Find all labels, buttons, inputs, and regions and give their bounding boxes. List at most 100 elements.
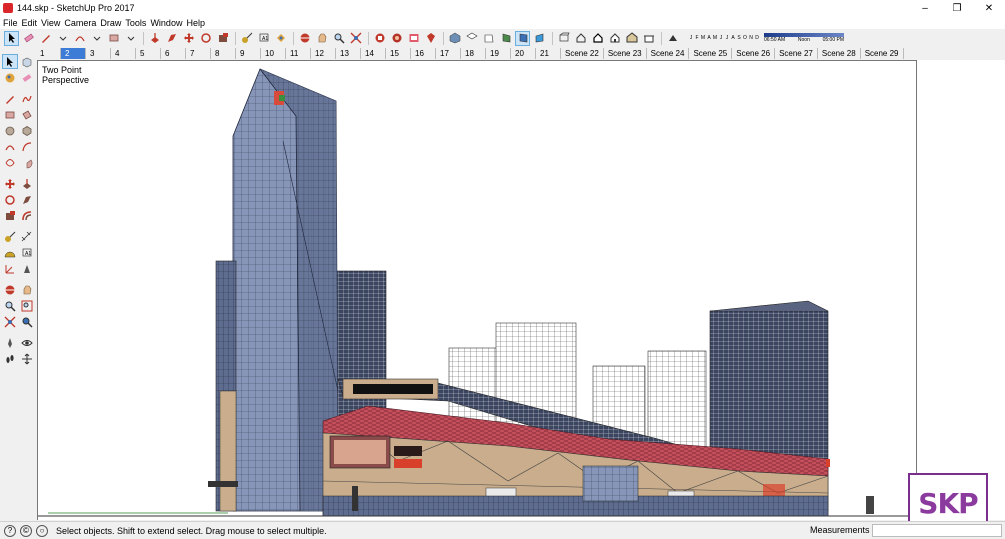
credits-icon[interactable]: © — [20, 524, 32, 537]
scene-tab[interactable]: 17 — [436, 48, 461, 59]
view-front-button[interactable] — [481, 31, 496, 46]
scene-tab[interactable]: 3 — [86, 48, 111, 59]
zoom-window-button[interactable] — [19, 298, 35, 313]
tape-measure-tool-button[interactable] — [2, 229, 18, 244]
scene-tab[interactable]: 9 — [236, 48, 261, 59]
menu-help[interactable]: Help — [186, 18, 209, 28]
move-tool-button[interactable] — [181, 31, 196, 46]
follow-me-tool-button[interactable] — [19, 192, 35, 207]
text-tool-button[interactable]: A1 — [19, 245, 35, 260]
rectangle-tool-button[interactable] — [2, 107, 18, 122]
pencil-tool-button[interactable] — [38, 31, 53, 46]
scene-tab[interactable]: 18 — [461, 48, 486, 59]
menu-view[interactable]: View — [41, 18, 64, 28]
extension-manager-button[interactable] — [423, 31, 438, 46]
position-camera-button[interactable] — [2, 335, 18, 350]
pan-tool-button[interactable] — [314, 31, 329, 46]
measurements-input[interactable] — [872, 524, 1002, 537]
zoom-tool-button[interactable] — [331, 31, 346, 46]
view-right-button[interactable] — [498, 31, 513, 46]
previous-view-button[interactable] — [19, 314, 35, 329]
menu-draw[interactable]: Draw — [100, 18, 125, 28]
arc-tool-button[interactable] — [2, 139, 18, 154]
view-left-button[interactable] — [532, 31, 547, 46]
paint-bucket-tool-button[interactable] — [2, 70, 18, 85]
3d-text-tool-button[interactable] — [19, 261, 35, 276]
scene-tab[interactable]: 12 — [311, 48, 336, 59]
scene-tab[interactable]: 11 — [286, 48, 311, 59]
scene-tab[interactable]: Scene 29 — [861, 48, 904, 59]
instructor-icon[interactable]: ○ — [36, 524, 48, 537]
monochrome-style-button[interactable] — [641, 31, 656, 46]
scene-tab[interactable]: 15 — [386, 48, 411, 59]
scene-tab[interactable]: 2 — [61, 48, 86, 59]
scene-tab[interactable]: 19 — [486, 48, 511, 59]
zoom-tool-button[interactable] — [2, 298, 18, 313]
paint-bucket-tool-button[interactable] — [273, 31, 288, 46]
eraser-tool-button[interactable] — [19, 70, 35, 85]
rectangle-tool-button[interactable] — [106, 31, 121, 46]
make-component-button[interactable] — [19, 54, 35, 69]
menu-camera[interactable]: Camera — [64, 18, 100, 28]
freehand-tool-button[interactable] — [19, 91, 35, 106]
section-plane-button[interactable] — [19, 351, 35, 366]
maximize-button[interactable]: ❐ — [941, 0, 973, 16]
scene-tab[interactable]: 8 — [211, 48, 236, 59]
hidden-line-style-button[interactable] — [590, 31, 605, 46]
shadows-toggle-button[interactable] — [665, 31, 680, 46]
eraser-tool-button[interactable] — [21, 31, 36, 46]
extension-warehouse-button[interactable] — [389, 31, 404, 46]
line-dropdown-button[interactable] — [55, 31, 70, 46]
scene-tab[interactable]: 16 — [411, 48, 436, 59]
pie-tool-button[interactable] — [19, 155, 35, 170]
view-top-button[interactable] — [464, 31, 479, 46]
wireframe-style-button[interactable] — [573, 31, 588, 46]
push-pull-tool-button[interactable] — [19, 176, 35, 191]
scene-tab[interactable]: Scene 22 — [561, 48, 604, 59]
arc-tool-button[interactable] — [72, 31, 87, 46]
shadow-time-slider[interactable]: 06:50 AM Noon 05:00 PM — [764, 33, 844, 43]
modeling-viewport[interactable]: Two Point Perspective — [37, 60, 916, 520]
scene-tab[interactable]: 10 — [261, 48, 286, 59]
minimize-button[interactable]: – — [909, 0, 941, 16]
two-point-arc-tool-button[interactable] — [19, 139, 35, 154]
shadow-month-selector[interactable]: J F M A M J J A S O N D — [688, 35, 760, 41]
view-back-button[interactable] — [515, 30, 530, 46]
scene-tab[interactable]: 6 — [161, 48, 186, 59]
scene-tab[interactable]: 5 — [136, 48, 161, 59]
menu-tools[interactable]: Tools — [125, 18, 150, 28]
arc-dropdown-button[interactable] — [89, 31, 104, 46]
textured-style-button[interactable] — [624, 31, 639, 46]
scene-tab[interactable]: Scene 27 — [775, 48, 818, 59]
follow-me-tool-button[interactable] — [164, 31, 179, 46]
xray-style-button[interactable] — [556, 31, 571, 46]
look-around-button[interactable] — [19, 335, 35, 350]
scene-tab[interactable]: 20 — [511, 48, 536, 59]
scene-tab[interactable]: 4 — [111, 48, 136, 59]
circle-tool-button[interactable] — [2, 123, 18, 138]
menu-window[interactable]: Window — [150, 18, 186, 28]
view-iso-button[interactable] — [447, 31, 462, 46]
rotated-rectangle-tool-button[interactable] — [19, 107, 35, 122]
warehouse-button[interactable] — [372, 31, 387, 46]
scene-tab[interactable]: 21 — [536, 48, 561, 59]
send-to-layout-button[interactable] — [406, 31, 421, 46]
scene-tab[interactable]: Scene 24 — [647, 48, 690, 59]
scene-tab[interactable]: 13 — [336, 48, 361, 59]
scene-tab[interactable]: 14 — [361, 48, 386, 59]
select-tool-button[interactable] — [4, 30, 19, 46]
scene-tab[interactable]: 1 — [36, 48, 61, 59]
geolocation-icon[interactable]: ? — [4, 524, 16, 537]
polygon-tool-button[interactable] — [19, 123, 35, 138]
close-button[interactable]: ✕ — [973, 0, 1005, 16]
line-tool-button[interactable] — [2, 91, 18, 106]
move-tool-button[interactable] — [2, 176, 18, 191]
shaded-style-button[interactable] — [607, 31, 622, 46]
push-pull-tool-button[interactable] — [147, 31, 162, 46]
three-point-arc-tool-button[interactable] — [2, 155, 18, 170]
rectangle-dropdown-button[interactable] — [123, 31, 138, 46]
pan-tool-button[interactable] — [19, 282, 35, 297]
scene-tab[interactable]: Scene 26 — [732, 48, 776, 59]
scene-tab[interactable]: Scene 28 — [818, 48, 861, 59]
orbit-tool-button[interactable] — [297, 31, 312, 46]
